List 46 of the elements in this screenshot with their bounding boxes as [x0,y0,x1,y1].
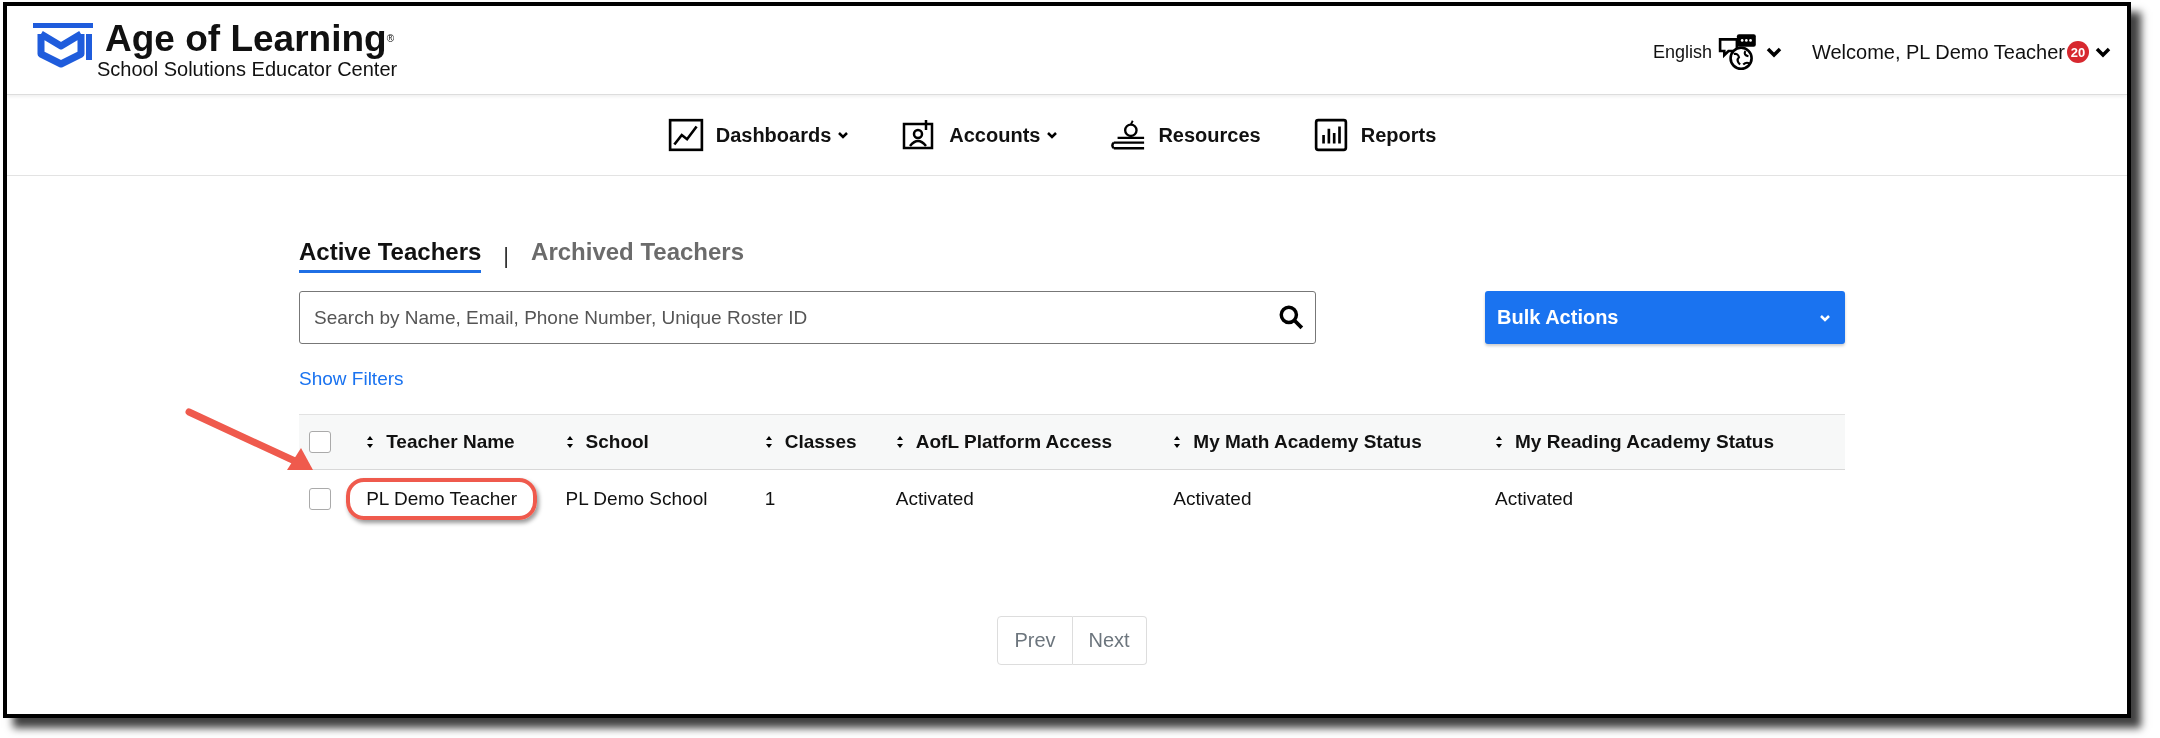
bulk-actions-dropdown[interactable]: Bulk Actions [1485,291,1845,344]
tab[interactable]: Active Teachers [299,238,482,273]
checkbox[interactable] [309,488,331,511]
column-header[interactable]: AofL Platform Access [915,431,1113,453]
table-cell: Activated [1495,488,1574,509]
next-button[interactable]: Next [1072,616,1147,665]
sort-icon[interactable] [764,435,773,449]
bar-chart-icon[interactable] [1312,118,1349,152]
chevron-down-icon[interactable] [1765,46,1782,58]
tab[interactable]: Archived Teachers [531,238,745,273]
line-chart-icon[interactable] [667,118,704,152]
chevron-down-icon[interactable] [2095,46,2111,58]
sort-icon[interactable] [895,435,904,449]
column-header[interactable]: Teacher Name [386,431,515,453]
nav-link[interactable]: Reports [1360,123,1437,147]
nav-link[interactable]: Resources [1158,123,1261,147]
table-cell: 1 [764,488,776,509]
tab-separator: | [503,242,510,269]
table-cell: PL Demo School [565,488,708,509]
sort-icon[interactable] [1495,435,1503,449]
book-apple-icon[interactable] [1110,118,1147,152]
table-cell: Activated [1173,488,1252,509]
nav-link[interactable]: Accounts [949,123,1041,147]
brand-subtitle: School Solutions Educator Center [97,58,398,80]
search-icon[interactable] [1278,304,1304,330]
nav-link[interactable]: Dashboards [715,123,832,147]
search-field[interactable]: Search by Name, Email, Phone Number, Unique Roster ID [299,291,1316,344]
sort-icon[interactable] [565,435,574,449]
checkbox[interactable] [309,431,331,454]
language-label[interactable]: English [1652,41,1712,63]
welcome-text[interactable]: Welcome, PL Demo Teacher [1811,40,2065,64]
sort-icon[interactable] [366,435,375,449]
notification-badge: 20 [2067,41,2089,63]
chevron-down-icon[interactable] [837,131,850,139]
column-header[interactable]: School [585,431,649,453]
chevron-down-icon[interactable] [1046,131,1059,139]
show-filters-link[interactable]: Show Filters [299,368,404,390]
logo-icon [31,22,95,68]
teacher-name[interactable]: PL Demo Teacher [346,478,538,520]
prev-button[interactable]: Prev [997,616,1073,665]
registered-mark: ® [386,33,394,44]
sort-icon[interactable] [1173,435,1182,449]
column-header[interactable]: My Math Academy Status [1193,431,1422,453]
table-cell: Activated [895,488,974,509]
column-header[interactable]: Classes [784,431,857,453]
column-header[interactable]: My Reading Academy Status [1515,431,1775,453]
